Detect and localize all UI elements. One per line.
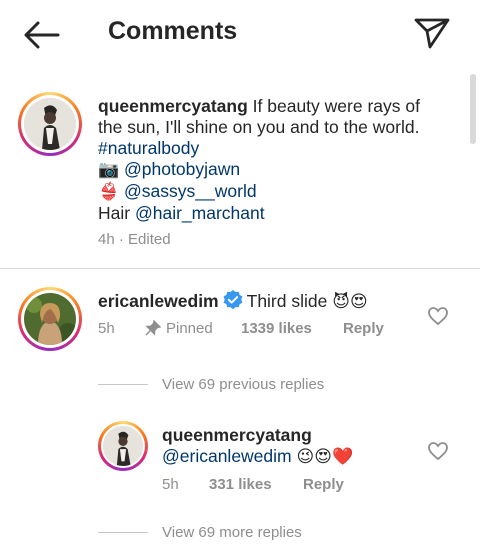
profile-photo-icon <box>24 293 76 345</box>
reply-username[interactable]: queenmercyatang <box>162 425 312 445</box>
hashtag-link[interactable]: #naturalbody <box>98 138 199 158</box>
more-replies-line <box>98 532 148 533</box>
pin-icon <box>145 320 161 336</box>
hair-mention[interactable]: @hair_marchant <box>135 203 265 223</box>
stylist-mention[interactable]: @sassys__world <box>124 181 257 201</box>
comment-time: 5h <box>98 320 115 337</box>
reply-time: 5h <box>162 476 179 493</box>
comment-emojis: 😈😍 <box>332 292 368 312</box>
page-title: Comments <box>108 17 238 45</box>
reply-mention[interactable]: @ericanlewedim <box>162 446 292 466</box>
comment-like-heart-icon[interactable] <box>427 306 449 326</box>
hair-label: Hair <box>98 203 131 223</box>
caption-meta: 4h · Edited <box>98 231 171 248</box>
photographer-mention[interactable]: @photobyjawn <box>124 159 240 179</box>
camera-icon: 📷 <box>98 160 120 180</box>
reply-body: queenmercyatang @ericanlewedim 😉😍❤️ <box>162 425 353 468</box>
caption-text: queenmercyatang If beauty were rays of t… <box>98 96 438 224</box>
edited-label: · Edited <box>118 231 171 248</box>
scrollbar[interactable] <box>470 74 476 144</box>
comment-likes[interactable]: 1339 likes <box>241 320 312 337</box>
pinned-label: Pinned <box>166 320 213 337</box>
direct-send-icon[interactable] <box>412 14 452 50</box>
comment-username[interactable]: ericanlewedim <box>98 291 219 311</box>
verified-badge-icon <box>223 290 243 310</box>
reply-avatar[interactable] <box>98 421 148 471</box>
profile-photo-icon <box>24 98 76 150</box>
replies-line <box>98 384 148 385</box>
comment-body: ericanlewedim Third slide 😈😍 <box>98 290 368 313</box>
divider <box>0 268 480 269</box>
caption-body-line1: If beauty were rays of <box>252 96 420 116</box>
caption-avatar[interactable] <box>18 92 82 156</box>
back-arrow-icon[interactable] <box>22 18 62 52</box>
bikini-icon: 👙 <box>98 182 120 202</box>
comment-avatar[interactable] <box>18 287 82 351</box>
view-previous-replies-link[interactable]: View 69 previous replies <box>162 376 324 393</box>
caption-body-line2: the sun, I'll shine on you and to the wo… <box>98 117 420 137</box>
comment-text: Third slide <box>246 291 328 311</box>
caption-time: 4h <box>98 231 115 248</box>
caption-username[interactable]: queenmercyatang <box>98 96 248 116</box>
comment-reply-button[interactable]: Reply <box>343 320 384 337</box>
view-more-replies-link[interactable]: View 69 more replies <box>162 524 302 541</box>
reply-like-heart-icon[interactable] <box>427 441 449 461</box>
reply-reply-button[interactable]: Reply <box>303 476 344 493</box>
reply-likes[interactable]: 331 likes <box>209 476 272 493</box>
profile-photo-icon <box>103 426 143 466</box>
reply-emojis: 😉😍❤️ <box>296 447 354 467</box>
top-bar: Comments <box>0 0 480 68</box>
